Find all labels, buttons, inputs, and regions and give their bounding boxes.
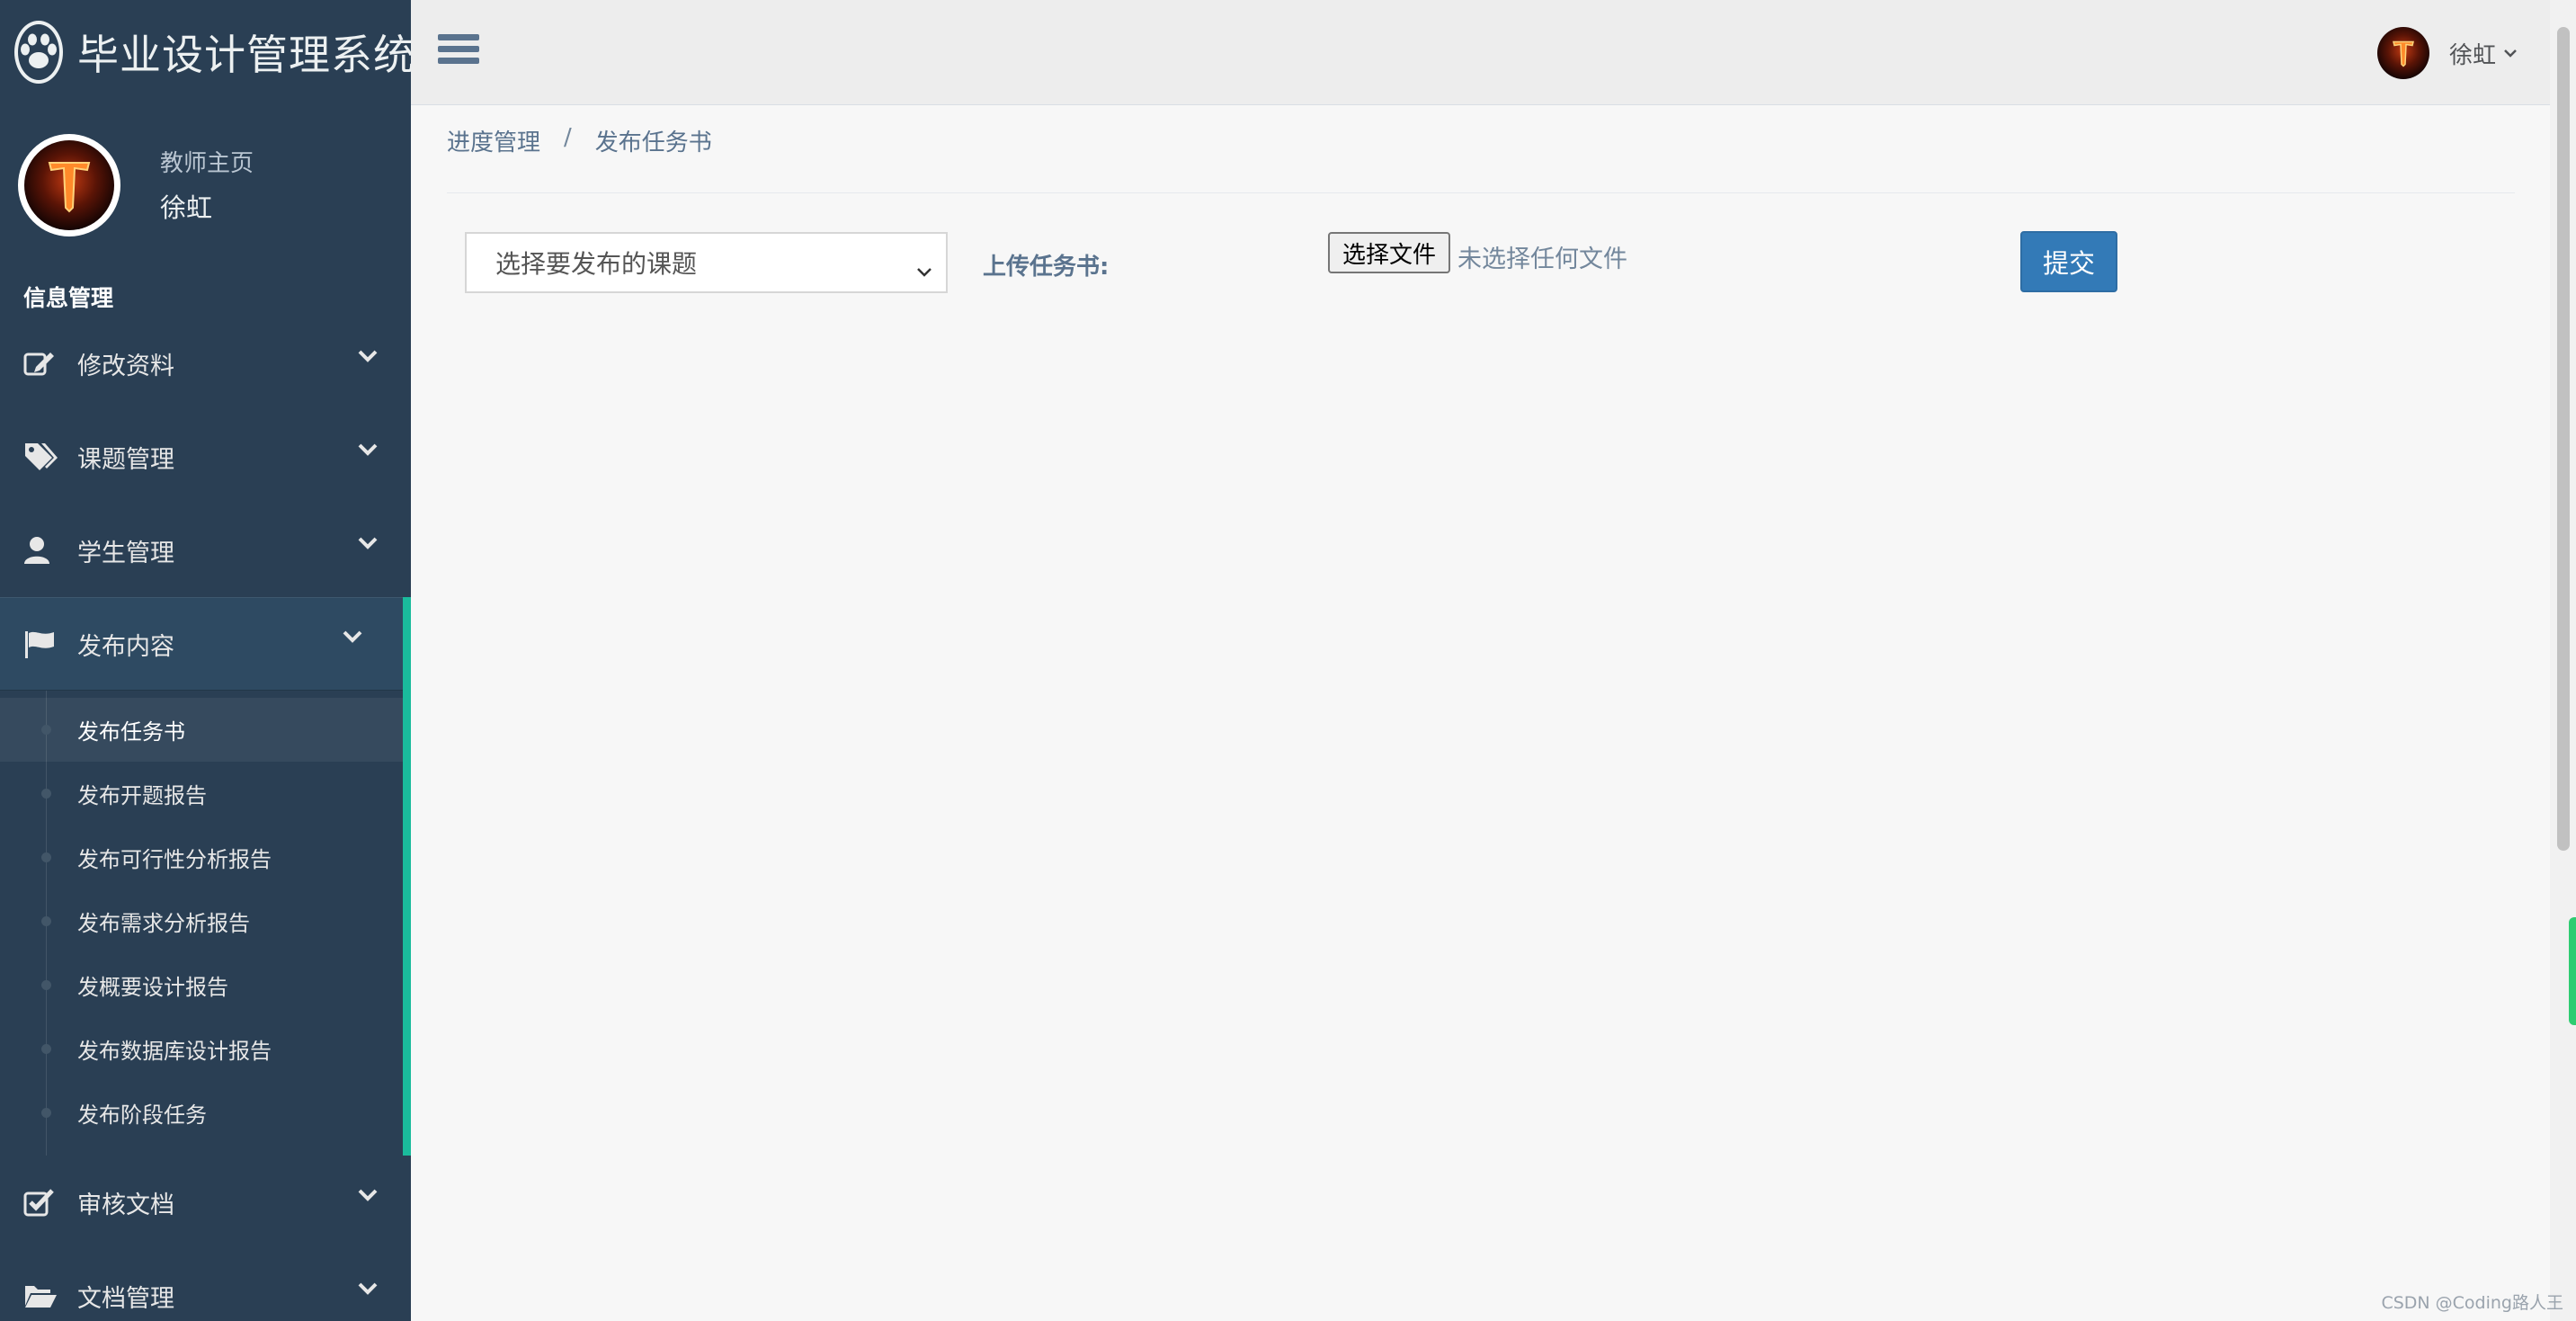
scrollbar[interactable] [2550,0,2576,1321]
sidebar-subitem-outline-design[interactable]: 发概要设计报告 [0,953,403,1017]
watermark: CSDN @Coding路人王 [2381,1293,2563,1313]
upload-label: 上传任务书: [983,254,1110,281]
sidebar-item-doc-management[interactable]: 文档管理 [0,1249,411,1321]
chevron-down-icon [915,255,933,285]
profile-welcome: 教师主页 [160,150,254,177]
submenu-publish: 发布任务书 发布开题报告 发布可行性分析报告 发布需求分析报告 发概要设计报告 … [0,691,411,1156]
edit-icon [23,347,59,379]
avatar [18,133,120,237]
user-menu[interactable]: 徐虹 [2376,27,2518,79]
sidebar-subitem-stage-tasks[interactable]: 发布阶段任务 [0,1081,403,1145]
avatar [2376,27,2429,79]
sidebar-subitem-feasibility[interactable]: 发布可行性分析报告 [0,826,403,889]
breadcrumb-separator: / [564,124,572,151]
brand-title: 毕业设计管理系统 [77,31,411,79]
user-name: 徐虹 [2448,41,2496,69]
sidebar-subitem-proposal[interactable]: 发布开题报告 [0,762,403,826]
sidebar-item-review-docs[interactable]: 审核文档 [0,1156,411,1249]
sidebar-subitem-requirements[interactable]: 发布需求分析报告 [0,889,403,953]
side-widget-tab[interactable] [2569,917,2576,1025]
chevron-down-icon [357,1188,379,1206]
flag-icon [23,628,59,660]
file-status: 未选择任何文件 [1457,245,1627,273]
user-icon [23,534,59,567]
sidebar-subitem-task-book[interactable]: 发布任务书 [0,698,403,762]
chevron-down-icon [357,1281,379,1299]
chevron-down-icon [2503,45,2518,62]
chevron-down-icon [357,536,379,554]
submit-button[interactable]: 提交 [2020,231,2117,292]
sidebar-subitem-database-design[interactable]: 发布数据库设计报告 [0,1017,403,1081]
sidebar-item-topics[interactable]: 课题管理 [0,410,411,504]
sidebar: 毕业设计管理系统 教师主页 徐虹 信息管理 修改资料 课题管理 学生管理 发布内… [0,0,411,1321]
profile-name: 徐虹 [160,192,213,223]
scrollbar-thumb[interactable] [2557,27,2570,851]
folder-open-icon [23,1280,59,1312]
sidebar-item-students[interactable]: 学生管理 [0,504,411,597]
breadcrumb: 进度管理 / 发布任务书 [447,124,712,157]
main-content: 进度管理 / 发布任务书 选择要发布的课题 上传任务书: 选择文件 未选择任何文… [411,106,2550,1321]
tags-icon [23,441,59,473]
section-title: 信息管理 [23,285,114,311]
paw-icon [14,21,63,84]
chevron-down-icon [357,442,379,460]
divider [447,192,2515,193]
chevron-down-icon [357,349,379,367]
chevron-down-icon [342,629,363,647]
topic-select[interactable]: 选择要发布的课题 [465,232,948,293]
check-square-icon [23,1186,59,1218]
brand[interactable]: 毕业设计管理系统 [0,0,411,105]
top-nav: 徐虹 [411,0,2550,105]
choose-file-button[interactable]: 选择文件 [1328,232,1450,273]
sidebar-item-edit-profile[interactable]: 修改资料 [0,317,411,410]
sidebar-item-publish[interactable]: 发布内容 [0,597,411,691]
topic-select-value: 选择要发布的课题 [495,249,698,279]
profile: 教师主页 徐虹 [0,105,411,264]
hamburger-icon[interactable] [438,34,479,70]
breadcrumb-current: 发布任务书 [594,129,712,156]
breadcrumb-parent[interactable]: 进度管理 [447,124,540,157]
